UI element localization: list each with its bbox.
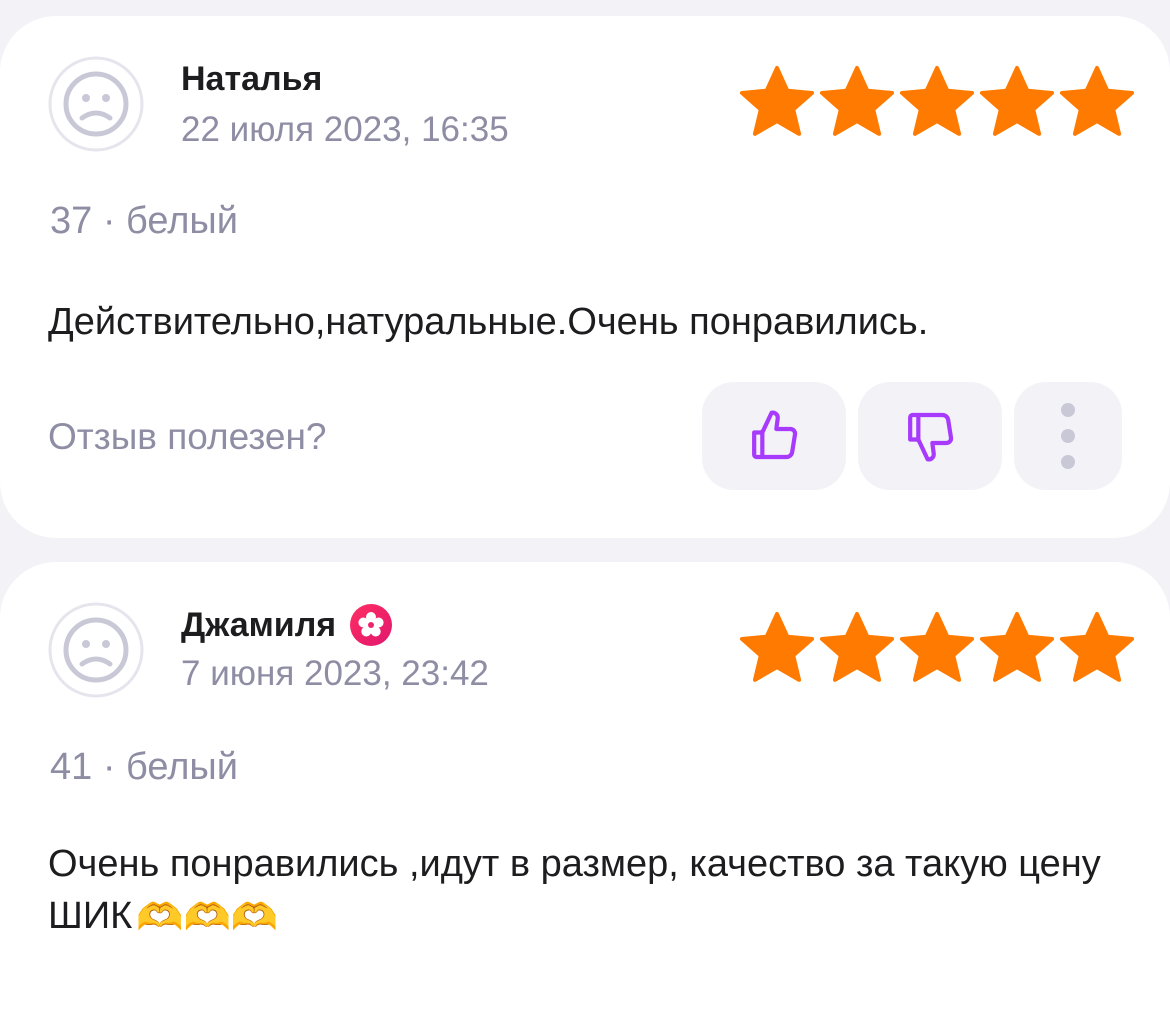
helpful-prompt: Отзыв полезен? — [48, 416, 327, 457]
author-name: Наталья — [181, 60, 323, 98]
review-card: Джамиля 7 июня 2023, 23:42 41 · белый Оч… — [0, 562, 1170, 1012]
thumbs-up-icon — [752, 410, 798, 460]
rating-stars — [738, 610, 1136, 688]
review-text: Очень понравились ,идут в размер, качест… — [48, 838, 1128, 944]
sad-face-avatar-icon — [48, 602, 144, 698]
star-icon — [979, 65, 1055, 136]
sad-face-avatar-icon — [48, 56, 144, 152]
like-button[interactable] — [702, 382, 846, 490]
dislike-button[interactable] — [858, 382, 1002, 490]
star-icon — [979, 611, 1055, 682]
star-icon — [819, 65, 895, 136]
review-author: Джамиля — [181, 604, 393, 646]
thumbs-down-icon — [908, 412, 954, 462]
review-author: Наталья — [181, 60, 322, 99]
star-icon — [819, 611, 895, 682]
flower-badge-icon — [350, 604, 393, 646]
author-name: Джамиля — [181, 605, 337, 644]
star-icon — [1059, 65, 1135, 136]
review-size-color: 37 · белый — [50, 200, 238, 242]
review-size-color: 41 · белый — [50, 746, 238, 788]
star-icon — [739, 65, 815, 136]
more-options-button[interactable] — [1014, 382, 1122, 490]
more-vertical-icon — [1061, 403, 1075, 469]
review-date: 7 июня 2023, 23:42 — [181, 654, 489, 693]
review-card: Наталья 22 июля 2023, 16:35 37 · белый Д… — [0, 16, 1170, 538]
rating-stars — [738, 64, 1136, 142]
review-text: Действительно,натуральные.Очень понравил… — [48, 301, 929, 343]
star-icon — [739, 611, 815, 682]
star-icon — [899, 611, 975, 682]
review-date: 22 июля 2023, 16:35 — [181, 110, 509, 149]
heart-hands-emoji: 🫶🫶🫶 — [136, 896, 279, 939]
star-icon — [1059, 611, 1135, 682]
star-icon — [899, 65, 975, 136]
